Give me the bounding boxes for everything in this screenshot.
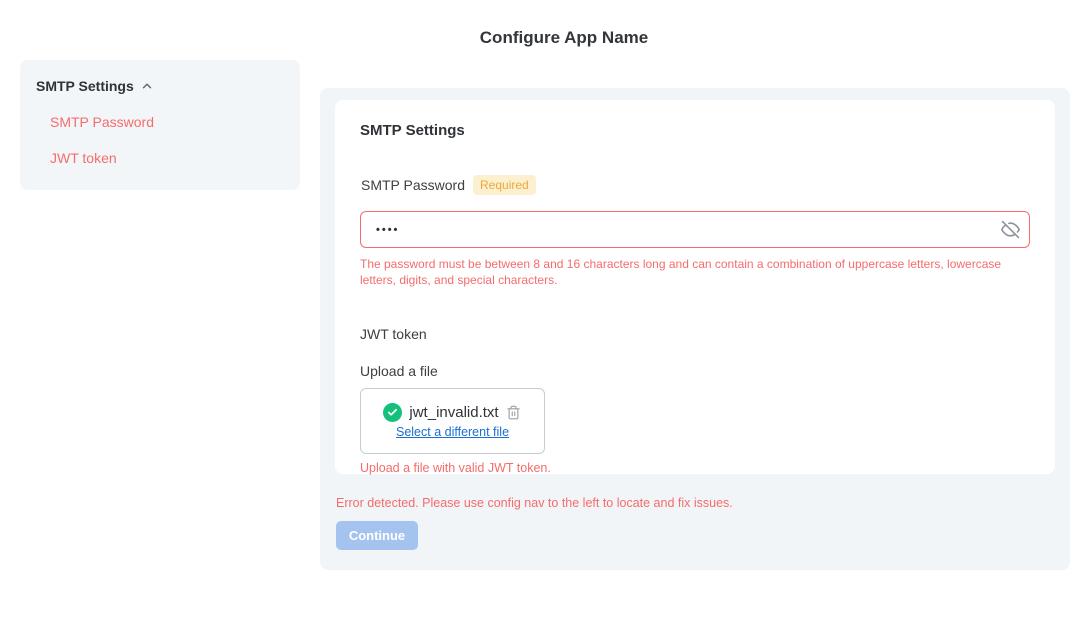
uploaded-file-name: jwt_invalid.txt — [409, 404, 498, 421]
chevron-up-icon — [140, 79, 154, 93]
jwt-token-label: JWT token — [360, 326, 1030, 342]
card-title: SMTP Settings — [360, 122, 1030, 139]
page-title: Configure App Name — [0, 28, 1088, 48]
upload-file-label: Upload a file — [360, 363, 1030, 379]
sidebar-item-smtp-password[interactable]: SMTP Password — [50, 114, 154, 130]
trash-icon — [506, 409, 521, 424]
select-different-file-link[interactable]: Select a different file — [396, 425, 509, 439]
delete-file-button[interactable] — [506, 404, 522, 422]
smtp-password-error-text: The password must be between 8 and 16 ch… — [360, 256, 1030, 288]
smtp-settings-card: SMTP Settings SMTP Password Required — [335, 100, 1055, 474]
jwt-token-error-text: Upload a file with valid JWT token. — [360, 461, 1030, 475]
sidebar-section-label: SMTP Settings — [36, 78, 134, 94]
smtp-password-field-wrap — [360, 211, 1030, 248]
config-nav-sidebar: SMTP Settings SMTP Password JWT token — [20, 60, 300, 190]
smtp-password-label: SMTP Password — [361, 177, 465, 193]
uploaded-file-row: jwt_invalid.txt — [383, 403, 521, 422]
sidebar-section-smtp-settings[interactable]: SMTP Settings — [36, 78, 284, 94]
sidebar-item-jwt-token[interactable]: JWT token — [50, 150, 117, 166]
configure-app-page: Configure App Name SMTP Settings SMTP Pa… — [0, 0, 1088, 622]
toggle-password-visibility-button[interactable] — [1000, 220, 1020, 240]
eye-slash-icon — [1001, 227, 1020, 242]
main-panel: SMTP Settings SMTP Password Required — [320, 88, 1070, 570]
check-circle-icon — [383, 403, 402, 422]
smtp-password-input[interactable] — [360, 211, 1030, 248]
file-upload-box: jwt_invalid.txt Select a different file — [360, 388, 545, 454]
form-error-message: Error detected. Please use config nav to… — [336, 496, 1055, 510]
continue-button[interactable]: Continue — [336, 521, 418, 550]
required-badge: Required — [473, 175, 536, 195]
smtp-password-label-row: SMTP Password Required — [361, 175, 1030, 195]
